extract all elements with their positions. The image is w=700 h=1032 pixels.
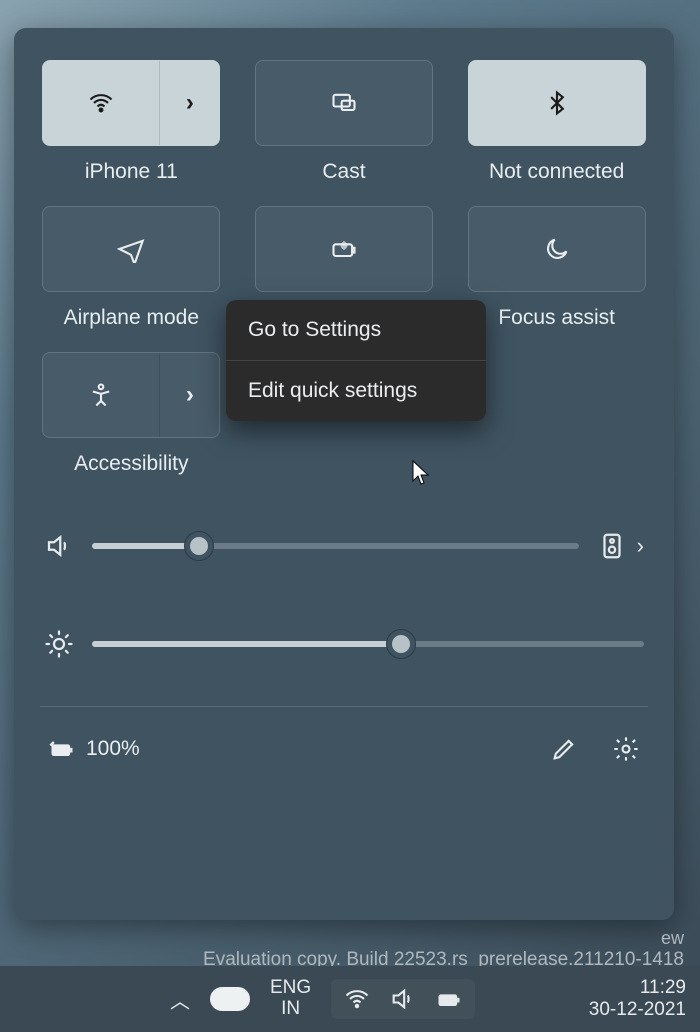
onedrive-icon[interactable] (210, 987, 250, 1011)
panel-footer: 100% (40, 706, 648, 790)
focus-assist-tile[interactable] (468, 206, 646, 292)
tray-battery-icon (435, 985, 463, 1013)
chevron-right-icon[interactable]: › (637, 533, 644, 559)
tile-label: Accessibility (74, 452, 188, 476)
bluetooth-icon (543, 89, 571, 117)
battery-status[interactable]: 100% (48, 735, 140, 763)
volume-row: › (44, 532, 644, 560)
brightness-row (44, 630, 644, 658)
tile-label: Not connected (489, 160, 624, 184)
mouse-cursor-icon (412, 460, 430, 486)
volume-slider[interactable] (92, 543, 579, 549)
tray-wifi-icon (343, 985, 371, 1013)
context-menu: Go to Settings Edit quick settings (226, 300, 486, 421)
wifi-tile-wrap: › iPhone 11 (40, 60, 223, 184)
focus-assist-tile-wrap: Focus assist (465, 206, 648, 330)
cast-tile[interactable] (255, 60, 433, 146)
battery-plugged-icon (48, 735, 76, 763)
cast-icon (330, 89, 358, 117)
chevron-right-icon[interactable]: › (159, 353, 219, 437)
audio-output-icon[interactable] (597, 532, 627, 560)
battery-percent: 100% (86, 737, 140, 761)
wifi-icon (87, 89, 115, 117)
tile-label: Cast (322, 160, 365, 184)
brightness-slider[interactable] (92, 641, 644, 647)
tray-chevron-up-icon[interactable]: ︿ (170, 985, 190, 1014)
airplane-tile[interactable] (42, 206, 220, 292)
edit-pencil-icon[interactable] (550, 735, 578, 763)
language-indicator[interactable]: ENG IN (270, 978, 311, 1020)
settings-gear-icon[interactable] (612, 735, 640, 763)
quick-settings-panel: › iPhone 11 Cast Not connected Airplane mode… (14, 28, 674, 920)
accessibility-icon (87, 381, 115, 409)
accessibility-tile[interactable]: › (42, 352, 220, 438)
wifi-tile[interactable]: › (42, 60, 220, 146)
battery-saver-tile[interactable] (255, 206, 433, 292)
accessibility-tile-wrap: › Accessibility (40, 352, 223, 476)
battery-saver-icon (330, 235, 358, 263)
tray-volume-icon (389, 985, 417, 1013)
tile-label: iPhone 11 (85, 160, 178, 184)
brightness-icon (44, 630, 74, 658)
tile-label: Focus assist (498, 306, 615, 330)
bluetooth-tile-wrap: Not connected (465, 60, 648, 184)
menu-edit-quick-settings[interactable]: Edit quick settings (226, 361, 486, 421)
cast-tile-wrap: Cast (253, 60, 436, 184)
bluetooth-tile[interactable] (468, 60, 646, 146)
menu-go-to-settings[interactable]: Go to Settings (226, 300, 486, 360)
system-tray[interactable] (331, 979, 475, 1019)
watermark-text: ew Evaluation copy. Build 22523.rs_prere… (203, 928, 684, 971)
chevron-right-icon[interactable]: › (159, 61, 219, 145)
sliders-section: › (40, 532, 648, 658)
taskbar: ︿ ENG IN 11:29 30-12-2021 (0, 966, 700, 1032)
tile-label: Airplane mode (64, 306, 199, 330)
airplane-tile-wrap: Airplane mode (40, 206, 223, 330)
volume-icon (44, 532, 74, 560)
airplane-icon (117, 235, 145, 263)
moon-icon (543, 235, 571, 263)
taskbar-clock[interactable]: 11:29 30-12-2021 (589, 977, 686, 1021)
